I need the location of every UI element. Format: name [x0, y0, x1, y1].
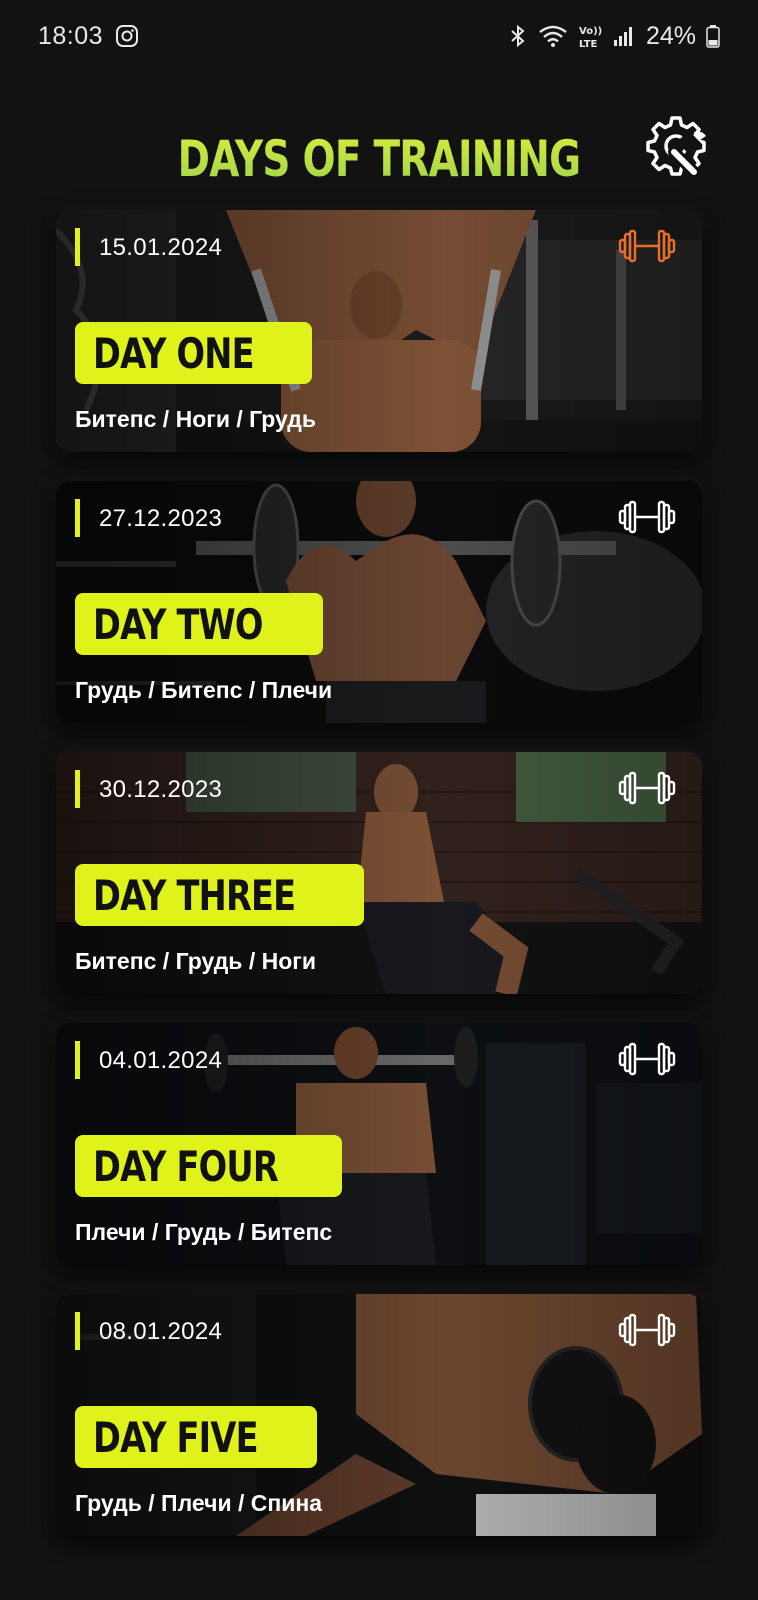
training-days-list: 15.01.2024 DAY ONE Битепс / Ноги / Грудь: [56, 210, 702, 1565]
svg-text:LTE: LTE: [579, 39, 598, 49]
date-accent-bar: [75, 499, 80, 537]
svg-text:Vo)): Vo)): [579, 26, 602, 37]
training-day-card-2[interactable]: 27.12.2023 DAY TWO Грудь / Битепс / Плеч…: [56, 481, 702, 723]
volte-icon: Vo)) LTE: [578, 23, 602, 49]
settings-tools-icon: [644, 112, 712, 180]
day-label: DAY FIVE: [93, 1412, 259, 1462]
instagram-icon: [115, 24, 139, 48]
training-day-card-1[interactable]: 15.01.2024 DAY ONE Битепс / Ноги / Грудь: [56, 210, 702, 452]
card-date: 30.12.2023: [99, 776, 223, 803]
card-date: 15.01.2024: [99, 234, 223, 261]
training-day-card-4[interactable]: 04.01.2024 DAY FOUR Плечи / Грудь / Бите…: [56, 1023, 702, 1265]
training-day-card-5[interactable]: 08.01.2024 DAY FIVE Грудь / Плечи / Спин…: [56, 1294, 702, 1536]
status-time: 18:03: [38, 21, 104, 50]
status-right: Vo)) LTE 24%: [508, 22, 720, 51]
card-muscle-groups: Битепс / Ноги / Грудь: [75, 406, 316, 432]
card-date: 27.12.2023: [99, 505, 223, 532]
battery-percent: 24%: [645, 21, 696, 50]
page-title: DAYS OF TRAINING: [83, 130, 674, 188]
day-label: DAY FOUR: [93, 1141, 279, 1191]
card-muscle-groups: Битепс / Грудь / Ноги: [75, 948, 316, 974]
day-badge: DAY THREE: [75, 864, 364, 926]
card-muscle-groups: Плечи / Грудь / Битепс: [75, 1219, 333, 1245]
day-label: DAY TWO: [93, 599, 263, 649]
day-badge: DAY FOUR: [75, 1135, 343, 1197]
dumbbell-icon: [618, 1041, 676, 1077]
card-muscle-groups: Грудь / Плечи / Спина: [75, 1490, 323, 1516]
dumbbell-icon: [618, 499, 676, 535]
day-label: DAY ONE: [93, 328, 255, 378]
status-bar: 18:03 Vo)) LTE 24%: [0, 0, 758, 72]
battery-icon: [706, 24, 720, 48]
card-muscle-groups: Грудь / Битепс / Плечи: [75, 677, 333, 703]
card-date: 08.01.2024: [99, 1318, 223, 1345]
dumbbell-icon: [618, 1312, 676, 1348]
header: DAYS OF TRAINING: [0, 110, 758, 210]
bluetooth-icon: [508, 24, 528, 48]
day-badge: DAY ONE: [75, 322, 312, 384]
date-accent-bar: [75, 1312, 80, 1350]
card-date: 04.01.2024: [99, 1047, 223, 1074]
day-badge: DAY FIVE: [75, 1406, 317, 1468]
day-badge: DAY TWO: [75, 593, 324, 655]
date-accent-bar: [75, 770, 80, 808]
signal-icon: [612, 24, 636, 48]
settings-button[interactable]: [642, 110, 714, 182]
day-label: DAY THREE: [93, 870, 296, 920]
wifi-icon: [538, 24, 568, 48]
date-accent-bar: [75, 1041, 80, 1079]
date-accent-bar: [75, 228, 80, 266]
status-left: 18:03: [38, 22, 139, 51]
dumbbell-icon: [618, 770, 676, 806]
training-day-card-3[interactable]: 30.12.2023 DAY THREE Битепс / Грудь / Но…: [56, 752, 702, 994]
dumbbell-icon-active: [618, 228, 676, 264]
